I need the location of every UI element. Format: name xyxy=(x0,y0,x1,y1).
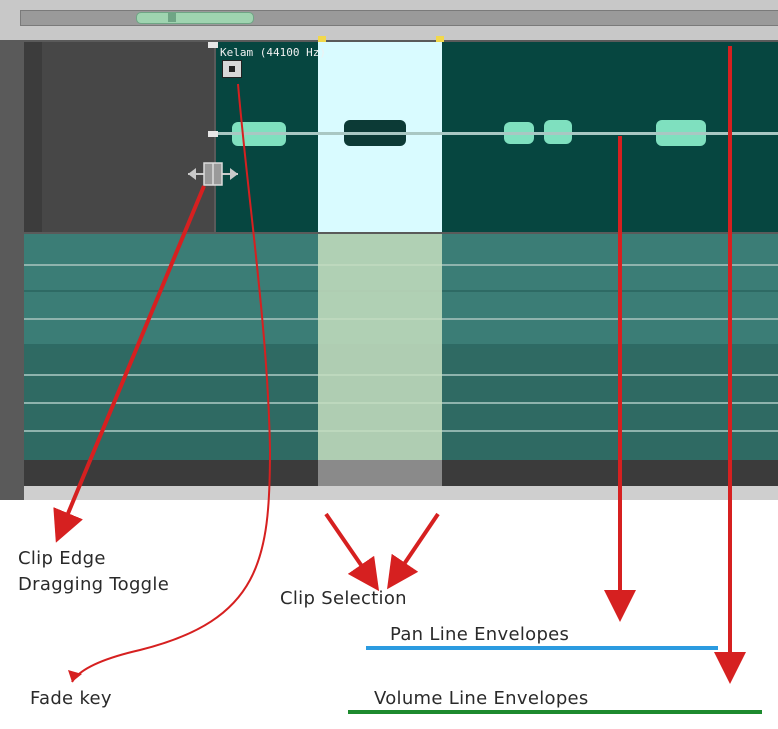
pan-underline xyxy=(366,646,718,650)
label-clip-selection: Clip Selection xyxy=(280,588,407,609)
clip-top-handle-icon[interactable] xyxy=(208,42,218,48)
horizontal-scrollbar[interactable] xyxy=(0,0,778,40)
selection-start-marker[interactable] xyxy=(318,36,326,42)
track-header-stripe xyxy=(24,42,42,232)
label-volume-line: Volume Line Envelopes xyxy=(374,688,589,709)
audio-editor-screen: Kelam (44100 Hz) xyxy=(0,0,778,500)
scrollbar-thumb[interactable] xyxy=(136,12,254,24)
fade-key-icon[interactable] xyxy=(222,60,242,78)
timeline-ruler[interactable] xyxy=(24,460,778,500)
label-pan-line: Pan Line Envelopes xyxy=(390,624,570,645)
clip-edge-drag-toggle-icon[interactable] xyxy=(186,160,240,188)
label-clip-edge-line2: Dragging Toggle xyxy=(18,574,170,595)
volume-underline xyxy=(348,710,762,714)
label-fade-key: Fade key xyxy=(30,688,112,709)
lower-tracks-area[interactable] xyxy=(24,234,778,460)
ruler-selection[interactable] xyxy=(318,460,442,486)
arrow-selection-right xyxy=(387,512,440,590)
clip-selection-region-lower[interactable] xyxy=(318,234,442,460)
clip-title: Kelam (44100 Hz) xyxy=(220,46,326,59)
ruler-scale[interactable] xyxy=(24,486,778,500)
label-clip-edge-line1: Clip Edge xyxy=(18,548,106,569)
envelope-handle-icon[interactable] xyxy=(208,131,218,137)
track-header-panel xyxy=(24,42,214,232)
arrow-selection-left xyxy=(324,512,380,592)
scrollbar-track[interactable] xyxy=(20,10,778,26)
pan-envelope-line[interactable] xyxy=(216,132,778,135)
scrollbar-grip-icon[interactable] xyxy=(168,12,176,22)
selection-end-marker[interactable] xyxy=(436,36,444,42)
